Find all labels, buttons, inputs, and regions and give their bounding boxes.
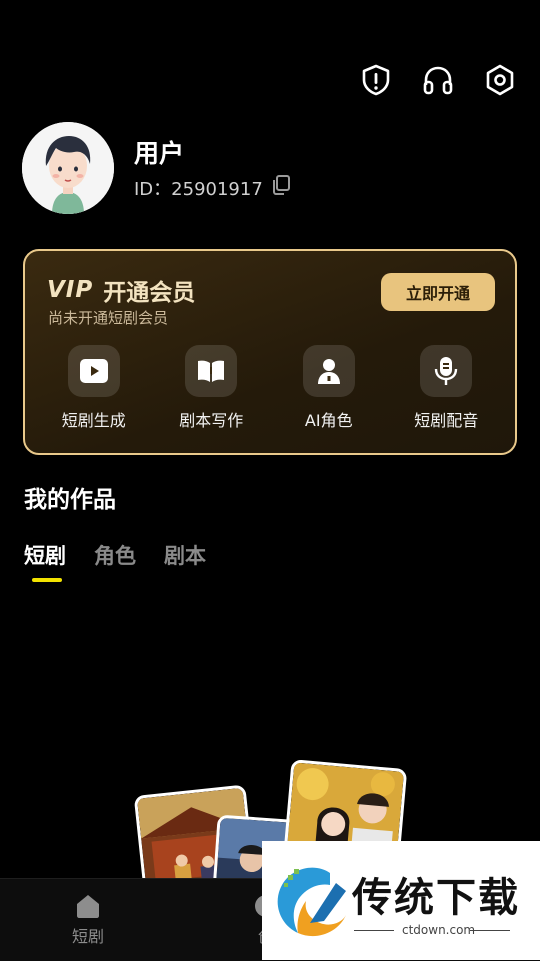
vip-logo: VIP	[47, 277, 94, 303]
vip-title-text: 开通会员	[103, 280, 196, 306]
vip-title: VIP 开通会员	[47, 273, 195, 307]
header-actions	[358, 62, 518, 98]
user-name: 用户	[134, 139, 185, 168]
mic-icon	[420, 345, 473, 397]
watermark: 传统下载 ctdown.com	[262, 841, 540, 960]
settings-hex-icon[interactable]	[482, 62, 518, 98]
watermark-logo	[277, 867, 346, 937]
user-id: ID：25901917	[134, 174, 291, 201]
avatar[interactable]	[22, 122, 114, 214]
watermark-divider	[470, 930, 510, 931]
nav-item-drama[interactable]: 短剧	[72, 893, 104, 947]
shield-alert-icon[interactable]	[358, 62, 394, 98]
copy-icon[interactable]	[271, 174, 291, 201]
works-tabs: 短剧 角色 剧本	[24, 540, 206, 570]
nav-label: 短剧	[72, 927, 105, 946]
home-icon	[77, 895, 99, 918]
feature-label: 短剧配音	[414, 411, 479, 430]
feature-label: AI角色	[304, 411, 353, 430]
open-vip-button[interactable]: 立即开通	[381, 273, 495, 311]
feature-label: 短剧生成	[61, 411, 126, 430]
user-id-text: ID：25901917	[134, 178, 263, 200]
feature-label: 剧本写作	[179, 411, 244, 430]
person-icon	[302, 345, 355, 397]
watermark-text: 传统下载	[352, 875, 520, 921]
tab-drama[interactable]: 短剧	[24, 540, 66, 570]
feature-drama-dubbing[interactable]: 短剧配音	[396, 345, 496, 431]
watermark-domain: ctdown.com	[402, 923, 476, 937]
vip-subtitle: 尚未开通短剧会员	[48, 309, 169, 327]
vip-card[interactable]: VIP 开通会员 尚未开通短剧会员 立即开通 短剧生成 剧本写作 AI角色 短剧…	[23, 249, 517, 455]
book-icon	[185, 345, 238, 397]
feature-script-writing[interactable]: 剧本写作	[161, 345, 261, 431]
feature-ai-character[interactable]: AI角色	[279, 345, 379, 431]
vip-features: 短剧生成 剧本写作 AI角色 短剧配音	[25, 345, 515, 431]
feature-drama-generate[interactable]: 短剧生成	[44, 345, 144, 431]
tab-character[interactable]: 角色	[94, 540, 136, 570]
play-icon	[67, 345, 120, 397]
active-tab-indicator	[32, 578, 62, 582]
tab-script[interactable]: 剧本	[164, 540, 206, 570]
headphones-icon[interactable]	[420, 62, 456, 98]
watermark-divider	[354, 930, 394, 931]
my-works-title: 我的作品	[24, 487, 116, 513]
